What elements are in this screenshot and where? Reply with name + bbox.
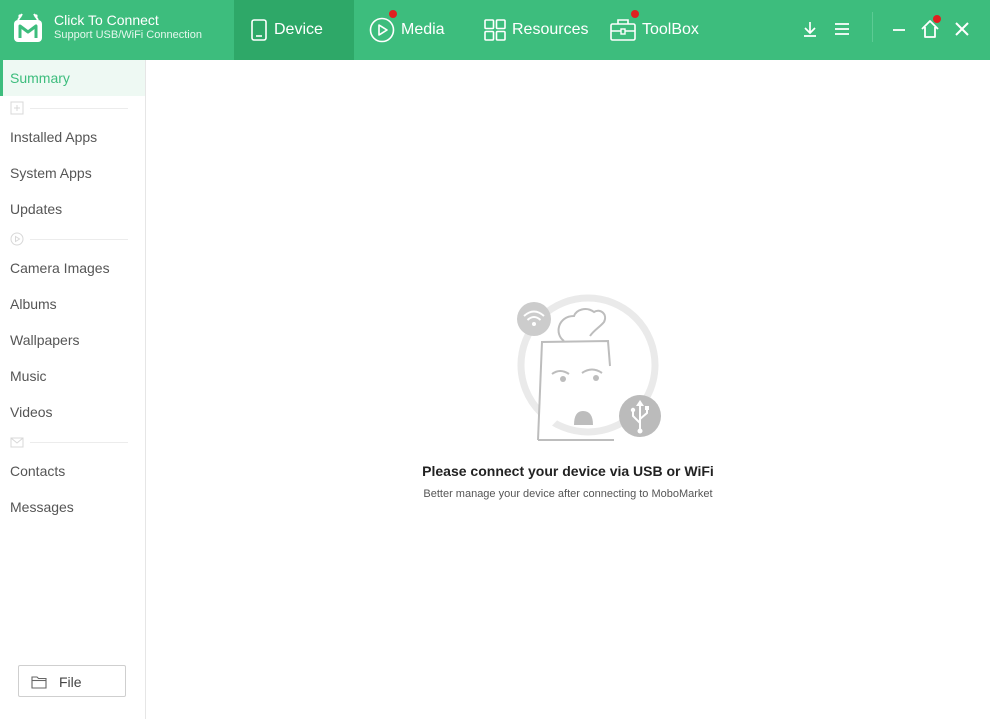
home-button[interactable] [917,15,943,42]
sidebar: Summary Installed Apps System Apps Updat… [0,60,146,719]
sidebar-item-contacts[interactable]: Contacts [0,453,145,489]
connect-subtitle: Support USB/WiFi Connection [54,29,202,41]
sidebar-item-albums[interactable]: Albums [0,286,145,322]
tab-device[interactable]: Device [234,0,354,60]
sidebar-item-wallpapers[interactable]: Wallpapers [0,322,145,358]
disconnected-device-illustration [517,294,661,441]
tab-toolbox[interactable]: ToolBox [610,0,710,60]
tab-device-label: Device [274,21,323,38]
sidebar-item-summary[interactable]: Summary [0,60,145,96]
top-bar: Click To Connect Support USB/WiFi Connec… [0,0,990,60]
file-button-label: File [59,674,82,690]
minimize-icon [893,29,905,31]
close-button[interactable] [949,16,975,42]
wifi-icon [517,302,551,336]
sidebar-item-videos[interactable]: Videos [0,394,145,430]
menu-icon [835,23,849,35]
tab-toolbox-label: ToolBox [642,21,699,38]
sidebar-item-system-apps[interactable]: System Apps [0,155,145,191]
grid-icon [484,19,506,41]
empty-state-title: Please connect your device via USB or Wi… [422,463,714,479]
sidebar-item-music[interactable]: Music [0,358,145,394]
file-button[interactable]: File [18,665,126,697]
apps-icon [10,101,24,115]
media-badge [389,10,397,18]
main-content: Please connect your device via USB or Wi… [146,60,990,719]
home-badge [933,15,941,23]
phone-icon [251,19,267,41]
connect-title: Click To Connect [54,12,159,28]
toolbox-icon [610,19,636,41]
media-section-divider [10,232,128,246]
mobomarket-logo-icon [14,13,42,42]
menu-button[interactable] [829,16,855,42]
controls-divider [872,12,873,42]
download-button[interactable] [797,16,823,42]
tab-media[interactable]: Media [369,0,459,60]
play-icon [10,232,24,246]
minimize-button[interactable] [886,16,912,42]
tab-resources-label: Resources [512,21,589,38]
sidebar-item-messages[interactable]: Messages [0,489,145,525]
sidebar-item-camera-images[interactable]: Camera Images [0,250,145,286]
folder-icon [31,676,47,689]
divider-line [30,239,128,240]
tab-media-label: Media [401,21,445,38]
toolbox-badge [631,10,639,18]
sidebar-item-updates[interactable]: Updates [0,191,145,227]
click-to-connect-button[interactable]: Click To Connect Support USB/WiFi Connec… [0,0,234,60]
sidebar-item-installed-apps[interactable]: Installed Apps [0,119,145,155]
divider-line [30,442,128,443]
divider-line [30,108,128,109]
download-icon [804,22,816,37]
messages-section-divider [10,435,128,449]
apps-section-divider [10,101,128,115]
mail-icon [10,437,24,448]
play-circle-icon [369,17,395,43]
usb-icon [619,395,661,437]
close-icon [955,22,969,36]
tab-resources[interactable]: Resources [484,0,599,60]
empty-state-subtitle: Better manage your device after connecti… [423,488,713,500]
